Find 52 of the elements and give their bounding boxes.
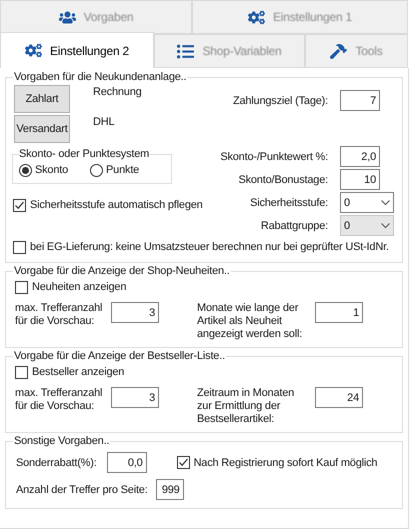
group-title: Vorgabe für die Anzeige der Bestseller-Liste.. (13, 349, 226, 363)
number-field[interactable]: 2,0 (340, 146, 380, 167)
number-field[interactable]: 1 (315, 302, 363, 323)
field-label: Sonderrabatt(%): (16, 456, 97, 470)
checkbox-label: Bestseller anzeigen (32, 365, 124, 379)
radio-button[interactable] (19, 164, 32, 176)
group-title: Vorgabe für die Anzeige der Shop-Neuheiten.. (13, 264, 231, 278)
chevron-down-icon (381, 222, 390, 228)
radio-button[interactable] (90, 164, 104, 176)
hammer-icon (330, 42, 348, 60)
number-field[interactable]: 10 (340, 169, 380, 190)
field-label: max. Trefferanzahl für die Vorschau: (15, 387, 104, 414)
field-label: Rabattgruppe: (260, 218, 328, 232)
checkbox[interactable] (15, 280, 28, 294)
number-field[interactable]: 3 (111, 387, 159, 408)
gears-icon (248, 8, 265, 26)
field-label: Monate wie lange der Artikel als Neuheit angezeigt werden soll: (197, 302, 304, 341)
dropdown[interactable]: 0 (340, 192, 394, 213)
number-field[interactable]: 24 (315, 387, 363, 408)
number-field[interactable]: 3 (111, 302, 159, 323)
group-title: Skonto- oder Punktesystem (19, 147, 150, 161)
checkbox-label: bei EG-Lieferung: keine Umsatzsteuer berechnen nur bei geprüfter USt-IdNr. (30, 240, 389, 254)
group-title: Vorgaben für die Neukundenanlage.. (13, 70, 188, 84)
field-label: max. Trefferanzahl für die Vorschau: (15, 302, 104, 329)
shipping-button[interactable]: Versandart (14, 115, 70, 143)
field-label: Zeitraum in Monaten zur Ermittlung der Bestsellerartikel: (197, 387, 296, 426)
chevron-down-icon (381, 200, 390, 206)
field-label: Skonto/Bonustage: (238, 172, 328, 186)
payment-button[interactable]: Zahlart (14, 85, 70, 113)
tab[interactable]: Einstellungen 2 (0, 32, 154, 68)
checkbox[interactable] (13, 240, 26, 254)
number-field[interactable]: 999 (156, 479, 184, 500)
field-label: Anzahl der Treffer pro Seite: (16, 482, 148, 496)
checkbox[interactable] (13, 198, 26, 212)
checkbox-label: Nach Registrierung sofort Kauf möglich (194, 456, 378, 470)
number-field[interactable]: 0,0 (106, 452, 147, 473)
radio-label: Skonto (35, 163, 68, 177)
radio-label: Punkte (106, 163, 140, 177)
field-label: Zahlungsziel (Tage): (232, 94, 328, 108)
number-field[interactable]: 7 (340, 90, 380, 111)
shipping-value: DHL (93, 115, 114, 129)
field-label: Skonto-/Punktewert %: (220, 150, 328, 164)
field-label: Sicherheitsstufe: (250, 196, 328, 210)
checkbox[interactable] (15, 366, 28, 378)
checkbox-label: Sicherheitsstufe automatisch pflegen (30, 198, 203, 212)
people-icon (58, 8, 76, 26)
checkbox[interactable] (176, 456, 190, 469)
list-icon (177, 42, 194, 60)
group-title: Sonstige Vorgaben.. (13, 434, 110, 448)
payment-value: Rechnung (93, 85, 142, 99)
checkbox-label: Neuheiten anzeigen (32, 280, 126, 294)
gears-icon (24, 42, 42, 59)
